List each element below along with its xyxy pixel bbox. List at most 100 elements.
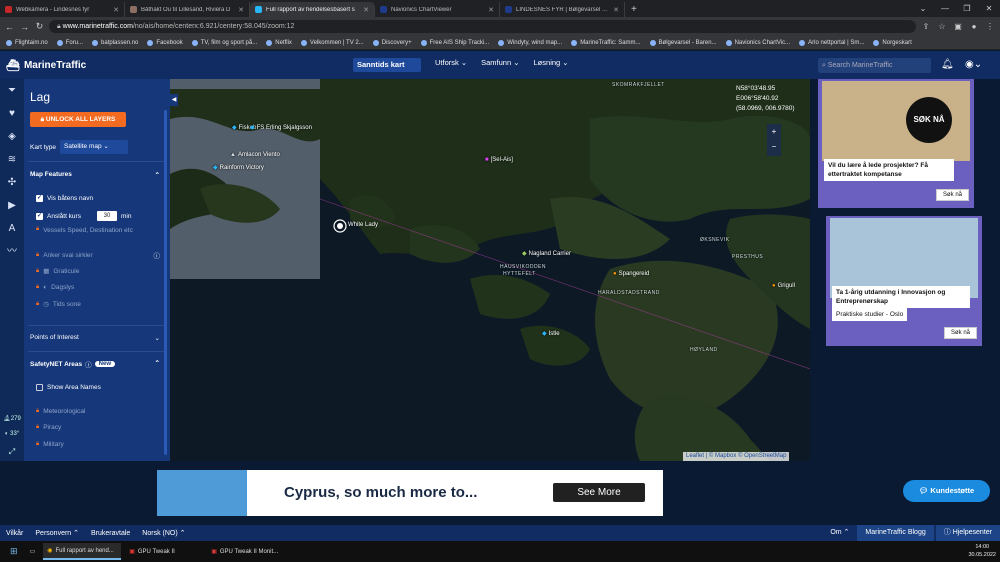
panel-scrollbar[interactable] — [164, 110, 167, 455]
bookmark-item[interactable]: Bølgevarsel - Baren... — [649, 39, 717, 46]
vessel-marker[interactable]: ■ [Sel-Ais] — [485, 157, 513, 163]
vessel-marker[interactable]: ● Spangereid — [613, 271, 649, 277]
unlock-all-layers-button[interactable]: 🔒︎ UNLOCK ALL LAYERS — [30, 112, 126, 127]
vessel-marker[interactable]: ▲ Amlacon Viento — [230, 152, 280, 158]
piracy-row[interactable]: 🔒︎ Piracy — [36, 424, 160, 431]
close-tab-icon[interactable]: ✕ — [488, 6, 494, 14]
map-type-select[interactable]: Satellite map ⌄ — [60, 140, 129, 154]
back-icon[interactable]: ← — [4, 22, 15, 32]
ad-panel-innovation[interactable]: Ta 1-årig utdanning i Innovasjon og Entr… — [826, 216, 982, 346]
bookmark-item[interactable]: Navionics ChartVic... — [725, 39, 790, 46]
close-tab-icon[interactable]: ✕ — [613, 6, 619, 14]
tab-search-icon[interactable]: ⌄ — [912, 4, 934, 13]
minimize-icon[interactable]: — — [934, 4, 956, 13]
see-more-button[interactable]: See More — [553, 483, 645, 502]
weather-icon[interactable]: ≋ — [0, 148, 24, 171]
close-tab-icon[interactable]: ✕ — [363, 6, 369, 14]
route-icon[interactable]: A — [0, 217, 24, 240]
zoom-out-button[interactable]: − — [767, 139, 781, 154]
bookmark-item[interactable]: Facebook — [147, 39, 183, 46]
vessel-marker[interactable]: ◆ Rainform Victory — [213, 164, 264, 172]
taskbar-app-gpu-tweak[interactable]: ▣ GPU Tweak II — [125, 543, 203, 560]
windows-start-icon[interactable]: ⊞ — [6, 543, 22, 560]
bookmark-item[interactable]: TV, film og sport på... — [191, 39, 257, 46]
favorites-icon[interactable]: ♥ — [0, 102, 24, 125]
checkbox-checked-icon[interactable]: ✓ — [36, 195, 43, 202]
new-tab-button[interactable]: + — [625, 2, 643, 17]
user-account-icon[interactable]: ◉⌄ — [965, 59, 982, 70]
bookmark-item[interactable]: Velkommen | TV 2... — [300, 39, 364, 46]
vessel-marker[interactable]: ◆ FS Erling Skjalgsson — [250, 124, 312, 132]
satellite-map[interactable]: ◆ Fiskeb ◆ FS Erling Skjalgsson ▲ Amlacon V… — [170, 79, 810, 461]
notifications-icon[interactable]: 🔔︎ — [941, 59, 954, 70]
vessel-marker[interactable]: White Lady — [348, 222, 378, 228]
footer-help-link[interactable]: ⓘ Hjelpesenter — [935, 525, 1000, 541]
ship-names-row[interactable]: ✓ Vis båtens navn — [36, 195, 160, 202]
browser-tab[interactable]: Webkamera - Lindesnes fyr ✕ — [0, 2, 125, 17]
meteorological-row[interactable]: 🔒︎ Meteorological — [36, 408, 160, 415]
forward-icon[interactable]: → — [19, 22, 30, 32]
bookmark-star-icon[interactable]: ☆ — [936, 22, 948, 31]
bookmark-item[interactable]: Arlo nettportal | Sm... — [799, 39, 864, 46]
footer-language-select[interactable]: Norsk (NO) ⌃ — [136, 529, 191, 537]
footer-blog-link[interactable]: MarineTraffic Blogg — [857, 525, 934, 541]
browser-tab-active[interactable]: Full rapport av hendelsesbasert s ✕ — [250, 2, 375, 17]
bookmark-item[interactable]: Norgeskart — [873, 39, 912, 46]
url-bar[interactable]: 🔒︎ www.marinetraffic.com/no/ais/home/cen… — [49, 20, 916, 33]
vessel-marker[interactable]: ● Grigull — [772, 283, 795, 289]
graticule-row[interactable]: 🔒︎ ▦ Graticule — [36, 267, 160, 276]
info-icon[interactable]: ⓘ — [85, 359, 92, 369]
bookmark-item[interactable]: batplassen.no — [92, 39, 138, 46]
checkbox-unchecked-icon[interactable] — [36, 384, 43, 391]
show-area-names-row[interactable]: Show Area Names — [36, 384, 160, 391]
projected-course-input[interactable]: 30 — [96, 211, 117, 221]
nav-community[interactable]: Samfunn ⌄ — [481, 58, 519, 72]
bookmark-item[interactable]: Windyty, wind map... — [498, 39, 562, 46]
fullscreen-icon[interactable]: ⤢ — [0, 447, 24, 457]
task-view-icon[interactable]: ▭ — [26, 543, 40, 560]
footer-terms-link[interactable]: Vilkår — [0, 530, 29, 537]
play-icon[interactable]: ▶ — [0, 194, 24, 217]
vessel-marker[interactable]: ◆ Nagland Carrier — [522, 250, 571, 258]
taskbar-app-gpu-monitor[interactable]: ▣ GPU Tweak II Monit... — [207, 543, 285, 560]
footer-about-link[interactable]: Om ⌃ — [824, 525, 855, 541]
info-icon[interactable]: ⓘ — [154, 250, 161, 260]
bookmark-item[interactable]: Discovery+ — [372, 39, 412, 46]
map-attribution[interactable]: Leaflet | © Mapbox © OpenStreetMap — [683, 452, 790, 461]
brand-logo[interactable]: ⛴︎ MarineTraffic — [0, 59, 170, 72]
bookmark-item[interactable]: MarineTraffic: Samm... — [571, 39, 641, 46]
bookmark-item[interactable]: Netflix — [266, 39, 292, 46]
points-of-interest-header[interactable]: Points of Interest ⌄ — [30, 334, 160, 342]
nav-live-map[interactable]: Sanntids kart — [353, 58, 421, 72]
system-clock[interactable]: 14:00 30.05.2022 — [968, 543, 996, 559]
nav-explore[interactable]: Utforsk ⌄ — [435, 58, 467, 72]
measure-icon[interactable]: ✣ — [0, 171, 24, 194]
extension-icon[interactable]: ▣ — [952, 22, 964, 31]
reload-icon[interactable]: ↻ — [34, 21, 45, 32]
map-features-header[interactable]: Map Features ⌃ — [30, 171, 160, 179]
bookmark-item[interactable]: Flightaim.no — [6, 39, 48, 46]
ad-apply-button[interactable]: Søk nå — [944, 327, 978, 339]
safetynet-header[interactable]: SafetyNET Areas ⓘ New ⌃ — [30, 359, 160, 369]
taskbar-app-browser[interactable]: ◉ Full rapport av hend... — [43, 543, 122, 560]
browser-tab[interactable]: LINDESNES FYR | Bølgevarsel - B ✕ — [500, 2, 625, 17]
bookmark-item[interactable]: Foru... — [56, 39, 83, 46]
ad-apply-button[interactable]: Søk nå — [936, 189, 970, 201]
vessel-marker[interactable]: ◆ Istle — [542, 330, 560, 338]
military-row[interactable]: 🔒︎ Military — [36, 441, 160, 448]
bookmark-item[interactable]: Free AIS Ship Tracki... — [420, 39, 489, 46]
profile-icon[interactable]: ● — [968, 22, 980, 31]
anchor-circles-row[interactable]: 🔒︎ Anker svai sirkler ⓘ — [36, 250, 161, 261]
customer-support-button[interactable]: 💬︎ Kundestøtte — [903, 480, 990, 502]
footer-user-agreement-link[interactable]: Brukeravtale — [85, 530, 136, 537]
layers-icon[interactable]: ◈ — [0, 125, 24, 148]
search-input[interactable]: ⌕ Search MarineTraffic — [818, 58, 931, 73]
browser-tab[interactable]: Båthakt Ou til Lillesand, Riviera D ✕ — [125, 2, 250, 17]
chart-icon[interactable]: 〰 — [0, 240, 24, 263]
vessels-speed-row[interactable]: 🔒︎ Vessels Speed, Destination etc — [36, 226, 160, 235]
projected-course-row[interactable]: ✓ Anslått kurs 30 min — [36, 211, 160, 221]
nav-solutions[interactable]: Løsning ⌄ — [534, 58, 569, 72]
close-tab-icon[interactable]: ✕ — [238, 6, 244, 14]
banner-ad[interactable]: Cyprus, so much more to... See More — [157, 470, 663, 516]
browser-menu-icon[interactable]: ⋮ — [984, 22, 996, 31]
